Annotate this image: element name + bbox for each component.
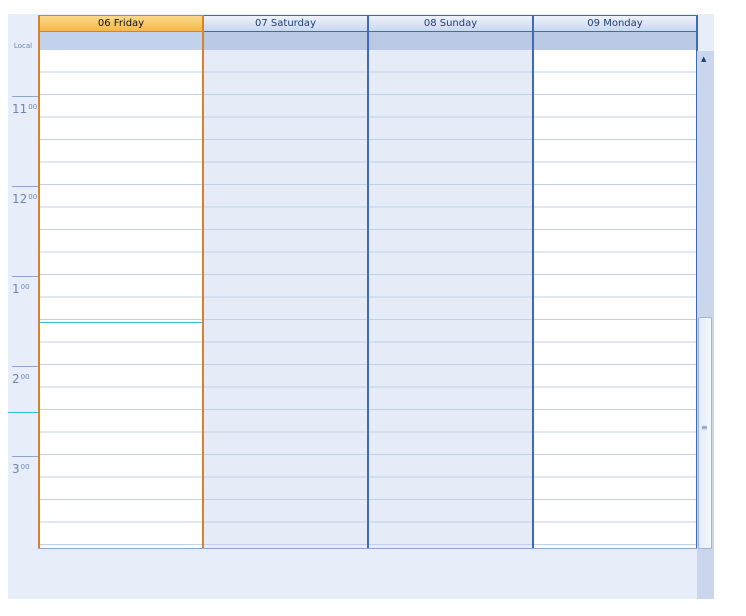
hour-label-1: 100 <box>12 282 30 296</box>
scroll-thumb[interactable]: ≡ <box>698 317 712 549</box>
all-day-slot-saturday[interactable] <box>203 32 368 50</box>
timezone-label: Local <box>13 42 33 50</box>
all-day-slot-monday[interactable] <box>533 32 697 50</box>
all-day-slot-sunday[interactable] <box>368 32 533 50</box>
hour-label-2: 200 <box>12 372 30 386</box>
hour-label-3: 300 <box>12 462 30 476</box>
grip-lines-icon: ≡ <box>701 423 708 432</box>
day-column-friday[interactable] <box>39 50 203 549</box>
grid-bottom-border <box>38 548 698 549</box>
hour-label-11: 1100 <box>12 102 38 116</box>
day-column-saturday[interactable] <box>203 50 368 549</box>
hour-divider <box>12 96 38 97</box>
current-time-line <box>40 322 202 323</box>
time-ruler: Local 1100 1200 100 200 300 <box>8 14 38 599</box>
hour-divider <box>12 186 38 187</box>
today-right-border <box>202 15 204 549</box>
calendar-day-view: Local 1100 1200 100 200 300 06 Friday 07… <box>8 14 714 599</box>
hour-divider <box>12 456 38 457</box>
day-separator <box>367 15 369 549</box>
hour-divider <box>12 366 38 367</box>
day-header-friday[interactable]: 06 Friday <box>39 15 203 32</box>
day-header-saturday[interactable]: 07 Saturday <box>203 15 368 32</box>
all-day-slot-friday[interactable] <box>39 32 203 50</box>
day-separator <box>532 15 534 549</box>
vertical-scrollbar[interactable]: ▲ ≡ <box>697 51 714 599</box>
day-header-monday[interactable]: 09 Monday <box>533 15 697 32</box>
hour-divider <box>12 276 38 277</box>
hour-label-12: 1200 <box>12 192 38 206</box>
day-header-sunday[interactable]: 08 Sunday <box>368 15 533 32</box>
scroll-up-arrow-icon[interactable]: ▲ <box>701 55 706 63</box>
current-time-tick <box>8 412 38 413</box>
day-column-sunday[interactable] <box>368 50 533 549</box>
day-column-monday[interactable] <box>533 50 697 549</box>
today-left-border <box>38 15 40 549</box>
